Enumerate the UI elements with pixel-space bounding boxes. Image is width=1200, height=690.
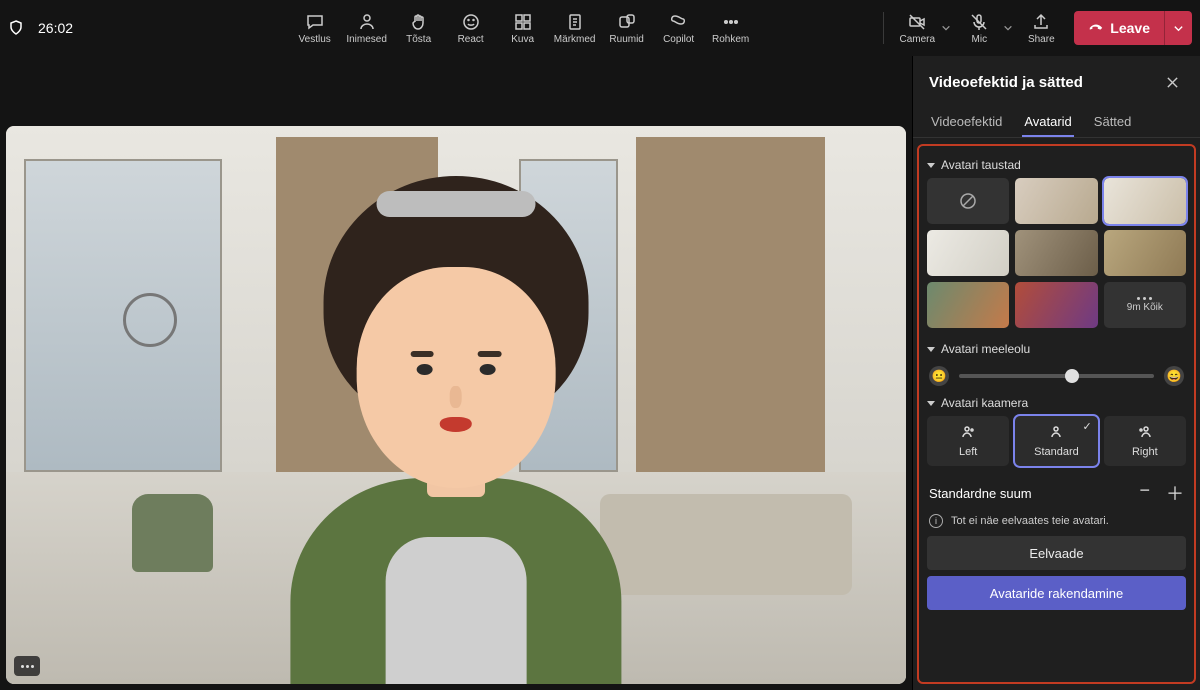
person-icon — [1048, 424, 1064, 443]
copilot-icon — [669, 12, 689, 32]
bg-more[interactable]: 9m Kõik — [1104, 282, 1186, 328]
grid-icon — [513, 12, 533, 32]
tab-settings[interactable]: Sätted — [1092, 108, 1134, 137]
people-button[interactable]: Inimesed — [344, 4, 390, 52]
tb-label: Share — [1028, 34, 1055, 45]
preview-button[interactable]: Eelvaade — [927, 536, 1186, 570]
chevron-down-icon[interactable] — [1002, 18, 1014, 38]
panel-tabs: Videoefektid Avatarid Sätted — [913, 100, 1200, 138]
bg-option-selected[interactable] — [1104, 178, 1186, 224]
rooms-button[interactable]: Ruumid — [604, 4, 650, 52]
avatar-preview — [249, 193, 663, 684]
section-backgrounds[interactable]: Avatari taustad — [927, 158, 1186, 172]
tb-label: Märkmed — [554, 34, 596, 45]
apply-avatars-button[interactable]: Avataride rakendamine — [927, 576, 1186, 610]
tb-label: React — [458, 34, 484, 45]
meeting-toolbar: 26:02 Vestlus Inimesed Tõsta React Kuva … — [0, 0, 1200, 56]
tab-avatars[interactable]: Avatarid — [1022, 108, 1073, 137]
call-timer: 26:02 — [38, 20, 73, 36]
raise-hand-button[interactable]: Tõsta — [396, 4, 442, 52]
emoji-icon — [461, 12, 481, 32]
info-text: i Tot ei näe eelvaates teie avatari. — [929, 514, 1184, 528]
check-icon: ✓ — [1082, 420, 1091, 433]
chevron-down-icon — [927, 401, 935, 406]
chevron-down-icon — [927, 347, 935, 352]
share-button[interactable]: Share — [1018, 4, 1064, 52]
tb-label: Rohkem — [712, 34, 749, 45]
camera-button[interactable]: Camera — [894, 4, 940, 52]
tb-label: Ruumid — [609, 34, 643, 45]
tb-label: Kuva — [511, 34, 534, 45]
chat-button[interactable]: Vestlus — [292, 4, 338, 52]
chevron-down-icon[interactable] — [940, 18, 952, 38]
neutral-face-icon: 😐 — [929, 366, 949, 386]
person-icon — [1137, 424, 1153, 443]
chat-icon — [305, 12, 325, 32]
tb-label: Inimesed — [346, 34, 387, 45]
tb-label: Copilot — [663, 34, 694, 45]
leave-label: Leave — [1110, 20, 1150, 36]
bg-option[interactable] — [927, 282, 1009, 328]
camera-left[interactable]: Left — [927, 416, 1009, 466]
tb-label: Camera — [900, 34, 936, 45]
camera-off-icon — [907, 12, 927, 32]
section-camera[interactable]: Avatari kaamera — [927, 396, 1186, 410]
notes-icon — [565, 12, 585, 32]
more-button[interactable]: Rohkem — [708, 4, 754, 52]
close-icon[interactable] — [1160, 70, 1184, 94]
bg-option[interactable] — [927, 230, 1009, 276]
leave-button[interactable]: Leave — [1074, 11, 1192, 45]
tb-label: Tõsta — [406, 34, 431, 45]
happy-face-icon: 😄 — [1164, 366, 1184, 386]
person-icon — [960, 424, 976, 443]
shield-icon — [8, 20, 24, 36]
rooms-icon — [617, 12, 637, 32]
people-icon — [357, 12, 377, 32]
mood-slider[interactable] — [959, 374, 1154, 378]
more-icon — [721, 12, 741, 32]
camera-right[interactable]: Right — [1104, 416, 1186, 466]
stage-more-button[interactable] — [14, 656, 40, 676]
bg-option[interactable] — [1104, 230, 1186, 276]
effects-panel: Videoefektid ja sätted Videoefektid Avat… — [912, 56, 1200, 690]
bg-option[interactable] — [1015, 178, 1097, 224]
panel-title: Videoefektid ja sätted — [929, 74, 1083, 91]
leave-dropdown[interactable] — [1164, 11, 1192, 45]
section-mood[interactable]: Avatari meeleolu — [927, 342, 1186, 356]
react-button[interactable]: React — [448, 4, 494, 52]
mic-button[interactable]: Mic — [956, 4, 1002, 52]
mic-off-icon — [969, 12, 989, 32]
view-button[interactable]: Kuva — [500, 4, 546, 52]
bg-none[interactable] — [927, 178, 1009, 224]
copilot-button[interactable]: Copilot — [656, 4, 702, 52]
share-icon — [1031, 12, 1051, 32]
camera-standard[interactable]: ✓ Standard — [1015, 416, 1097, 466]
zoom-label: Standardne suum — [929, 486, 1032, 501]
phone-down-icon — [1088, 19, 1104, 38]
separator — [883, 12, 884, 44]
tb-label: Vestlus — [299, 34, 331, 45]
toolbar-center: Vestlus Inimesed Tõsta React Kuva Märkme… — [168, 4, 877, 52]
video-stage — [6, 126, 906, 684]
zoom-out-button[interactable]: − — [1139, 480, 1150, 506]
chevron-down-icon — [927, 163, 935, 168]
info-icon: i — [929, 514, 943, 528]
tab-video-effects[interactable]: Videoefektid — [929, 108, 1004, 137]
bg-option[interactable] — [1015, 230, 1097, 276]
tb-label: Mic — [972, 34, 988, 45]
notes-button[interactable]: Märkmed — [552, 4, 598, 52]
hand-icon — [409, 12, 429, 32]
bg-option[interactable] — [1015, 282, 1097, 328]
zoom-in-button[interactable]: ＋ — [1166, 480, 1184, 506]
